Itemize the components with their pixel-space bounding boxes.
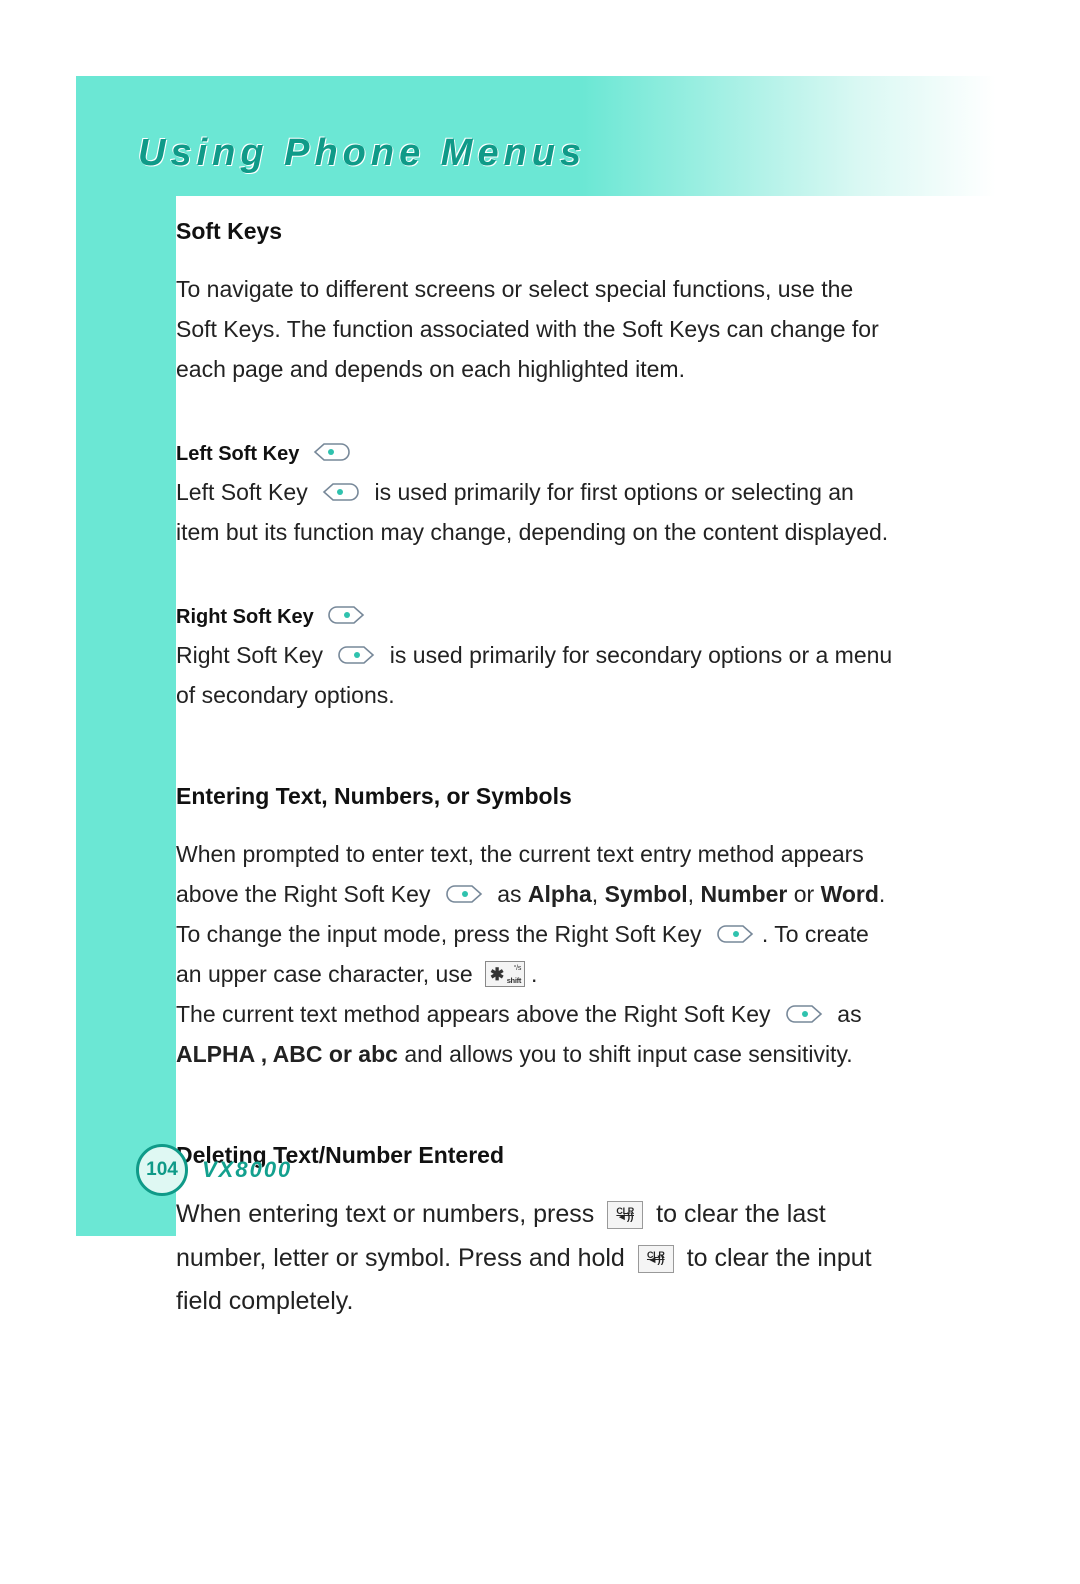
clr-label-bottom: ◄)): [608, 1209, 642, 1226]
page-title: Using Phone Menus: [138, 132, 586, 175]
text-fragment: as: [491, 881, 528, 907]
text-fragment: and allows you to shift input case sensi…: [398, 1041, 853, 1067]
soft-keys-intro: To navigate to different screens or sele…: [176, 269, 896, 389]
right-soft-key-icon: [335, 644, 377, 666]
left-soft-key-label: Left Soft Key: [176, 443, 299, 465]
text-fragment: as: [831, 1001, 862, 1027]
heading-soft-keys: Soft Keys: [176, 218, 896, 245]
text-fragment: .: [531, 961, 537, 987]
entering-text-p2: The current text method appears above th…: [176, 994, 896, 1074]
mode-symbol: Symbol: [605, 881, 688, 907]
entering-text-p1: When prompted to enter text, the current…: [176, 834, 896, 994]
text-fragment: ,: [592, 881, 605, 907]
clr-key-icon: CLR◄)): [638, 1245, 674, 1273]
text-fragment: ,: [688, 881, 701, 907]
right-soft-key-icon: [714, 923, 756, 945]
page-footer: 104 VX8000: [136, 1144, 292, 1196]
right-soft-key-label: Right Soft Key: [176, 606, 314, 628]
clr-label-bottom: ◄)): [639, 1252, 673, 1269]
mode-alpha: Alpha: [528, 881, 592, 907]
right-soft-key-icon: [783, 1003, 825, 1025]
star-shift-key-icon: ✱ °/s shift: [485, 961, 525, 987]
mode-word: Word: [821, 881, 879, 907]
star-sub-bottom: shift: [507, 977, 521, 985]
heading-right-soft-key: Right Soft Key: [176, 604, 896, 629]
heading-entering-text: Entering Text, Numbers, or Symbols: [176, 783, 896, 810]
text-fragment: Right Soft Key: [176, 642, 329, 668]
model-label: VX8000: [202, 1157, 292, 1183]
heading-left-soft-key: Left Soft Key: [176, 441, 896, 466]
star-sub-top: °/s: [514, 965, 521, 972]
text-fragment: or: [787, 881, 820, 907]
sidebar-color-strip: [76, 76, 176, 1236]
mode-number: Number: [700, 881, 787, 907]
left-soft-key-icon: [311, 441, 353, 463]
deleting-text-body: When entering text or numbers, press CLR…: [176, 1193, 896, 1324]
clr-key-icon: CLR◄)): [607, 1201, 643, 1229]
text-fragment: The current text method appears above th…: [176, 1001, 777, 1027]
text-fragment: When entering text or numbers, press: [176, 1200, 601, 1228]
right-soft-key-icon: [443, 883, 485, 905]
text-fragment: Left Soft Key: [176, 479, 314, 505]
left-soft-key-icon: [320, 481, 362, 503]
right-soft-key-text: Right Soft Key is used primarily for sec…: [176, 635, 896, 715]
mode-case-list: ALPHA , ABC or abc: [176, 1041, 398, 1067]
star-glyph: ✱: [490, 966, 504, 983]
left-soft-key-text: Left Soft Key is used primarily for firs…: [176, 472, 896, 552]
page-number-badge: 104: [136, 1144, 188, 1196]
right-soft-key-icon: [325, 604, 367, 626]
